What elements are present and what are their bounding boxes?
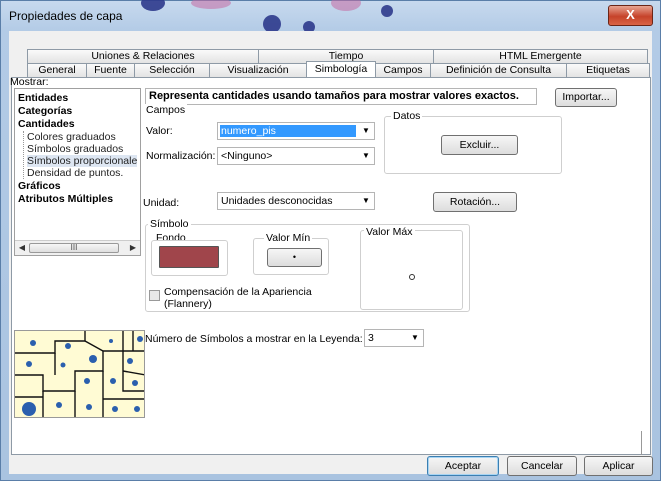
accept-button[interactable]: Aceptar bbox=[427, 456, 499, 476]
title-bar[interactable]: Propiedades de capa X bbox=[1, 0, 660, 33]
window-title: Propiedades de capa bbox=[9, 9, 123, 23]
rotation-button[interactable]: Rotación... bbox=[433, 192, 517, 212]
normalization-label: Normalización: bbox=[146, 150, 216, 162]
chevron-down-icon[interactable]: ▼ bbox=[358, 123, 374, 139]
layer-properties-window: Propiedades de capa X Uniones & Relacion… bbox=[0, 0, 661, 481]
chevron-down-icon[interactable]: ▼ bbox=[358, 148, 374, 164]
appearance-compensation-label-2: (Flannery) bbox=[164, 298, 212, 310]
chevron-down-icon[interactable]: ▼ bbox=[407, 330, 423, 346]
max-value-label: Valor Máx bbox=[364, 226, 415, 238]
max-value-symbol[interactable] bbox=[409, 274, 415, 280]
appearance-compensation-checkbox[interactable] bbox=[149, 290, 160, 301]
decor-blob bbox=[381, 5, 393, 17]
decor-blob bbox=[141, 0, 165, 11]
unit-select[interactable]: Unidades desconocidas ▼ bbox=[217, 192, 375, 210]
symbology-preview-map bbox=[14, 330, 145, 418]
tree-item-categories[interactable]: Categorías bbox=[18, 105, 72, 117]
preview-map-image bbox=[15, 331, 144, 417]
tree-item-graduated-colors[interactable]: Colores graduados bbox=[27, 131, 116, 143]
legend-symbols-value: 3 bbox=[368, 332, 374, 344]
legend-symbols-label: Número de Símbolos a mostrar en la Leyen… bbox=[145, 333, 363, 345]
tab-source[interactable]: Fuente bbox=[86, 63, 135, 77]
unit-text: Unidades desconocidas bbox=[221, 195, 333, 207]
symbol-group-title: Símbolo bbox=[148, 218, 191, 230]
tree-item-dot-density[interactable]: Densidad de puntos. bbox=[27, 167, 123, 179]
dialog-client: Uniones & Relaciones Tiempo HTML Emergen… bbox=[9, 31, 653, 476]
tree-item-multiple-attributes[interactable]: Atributos Múltiples bbox=[18, 193, 113, 205]
max-value-frame bbox=[360, 230, 463, 310]
data-group-title: Datos bbox=[391, 110, 423, 122]
value-label: Valor: bbox=[146, 125, 173, 137]
symbology-description: Representa cantidades usando tamaños par… bbox=[145, 88, 537, 105]
value-field-select[interactable]: numero_pis ▼ bbox=[217, 122, 375, 140]
decor-blob bbox=[331, 0, 361, 11]
scroll-thumb[interactable]: III bbox=[29, 243, 119, 253]
tree-item-quantities[interactable]: Cantidades bbox=[18, 118, 75, 130]
tree-item-charts[interactable]: Gráficos bbox=[18, 180, 61, 192]
close-button[interactable]: X bbox=[608, 5, 653, 26]
tab-row-bottom: General Fuente Selección Visualización S… bbox=[27, 61, 650, 77]
tab-html-popup[interactable]: HTML Emergente bbox=[433, 49, 648, 63]
background-color-swatch[interactable] bbox=[159, 246, 219, 268]
unit-label: Unidad: bbox=[143, 197, 180, 209]
tab-joins[interactable]: Uniones & Relaciones bbox=[27, 49, 259, 63]
scroll-right-icon[interactable]: ▶ bbox=[127, 242, 139, 254]
cancel-button[interactable]: Cancelar bbox=[507, 456, 577, 476]
normalization-select[interactable]: <Ninguno> ▼ bbox=[217, 147, 375, 165]
value-field-text: numero_pis bbox=[221, 125, 276, 137]
tree-connector bbox=[23, 131, 25, 179]
appearance-compensation-label: Compensación de la Apariencia bbox=[164, 286, 312, 298]
tab-definition-query[interactable]: Definición de Consulta bbox=[430, 63, 567, 77]
min-value-symbol-button[interactable]: • bbox=[267, 248, 322, 267]
tree-item-features[interactable]: Entidades bbox=[18, 92, 68, 104]
exclude-button[interactable]: Excluir... bbox=[441, 135, 518, 155]
tab-symbology[interactable]: Simbología bbox=[306, 61, 376, 77]
tree-item-proportional-symbols[interactable]: Símbolos proporcionale bbox=[27, 155, 138, 167]
show-label: Mostrar: bbox=[10, 76, 49, 88]
close-icon: X bbox=[626, 7, 635, 22]
normalization-text: <Ninguno> bbox=[221, 150, 273, 162]
tab-labels[interactable]: Etiquetas bbox=[566, 63, 650, 77]
decor-blob bbox=[191, 0, 231, 9]
tab-fields[interactable]: Campos bbox=[375, 63, 431, 77]
symbology-panel: Mostrar: Entidades Categorías Cantidades… bbox=[10, 76, 651, 455]
tab-display[interactable]: Visualización bbox=[209, 63, 307, 77]
tree-item-graduated-symbols[interactable]: Símbolos graduados bbox=[27, 143, 123, 155]
panel-edge bbox=[641, 431, 642, 455]
fields-group-title: Campos bbox=[144, 104, 188, 116]
import-button[interactable]: Importar... bbox=[555, 88, 617, 107]
scroll-left-icon[interactable]: ◀ bbox=[16, 242, 28, 254]
tree-hscrollbar[interactable]: ◀ III ▶ bbox=[15, 240, 140, 255]
legend-symbols-select[interactable]: 3 ▼ bbox=[364, 329, 424, 347]
chevron-down-icon[interactable]: ▼ bbox=[358, 193, 374, 209]
apply-button[interactable]: Aplicar bbox=[584, 456, 653, 476]
tab-general[interactable]: General bbox=[27, 63, 87, 77]
min-value-label: Valor Mín bbox=[264, 232, 313, 244]
tab-selection[interactable]: Selección bbox=[134, 63, 210, 77]
show-tree[interactable]: Entidades Categorías Cantidades Colores … bbox=[14, 88, 141, 256]
